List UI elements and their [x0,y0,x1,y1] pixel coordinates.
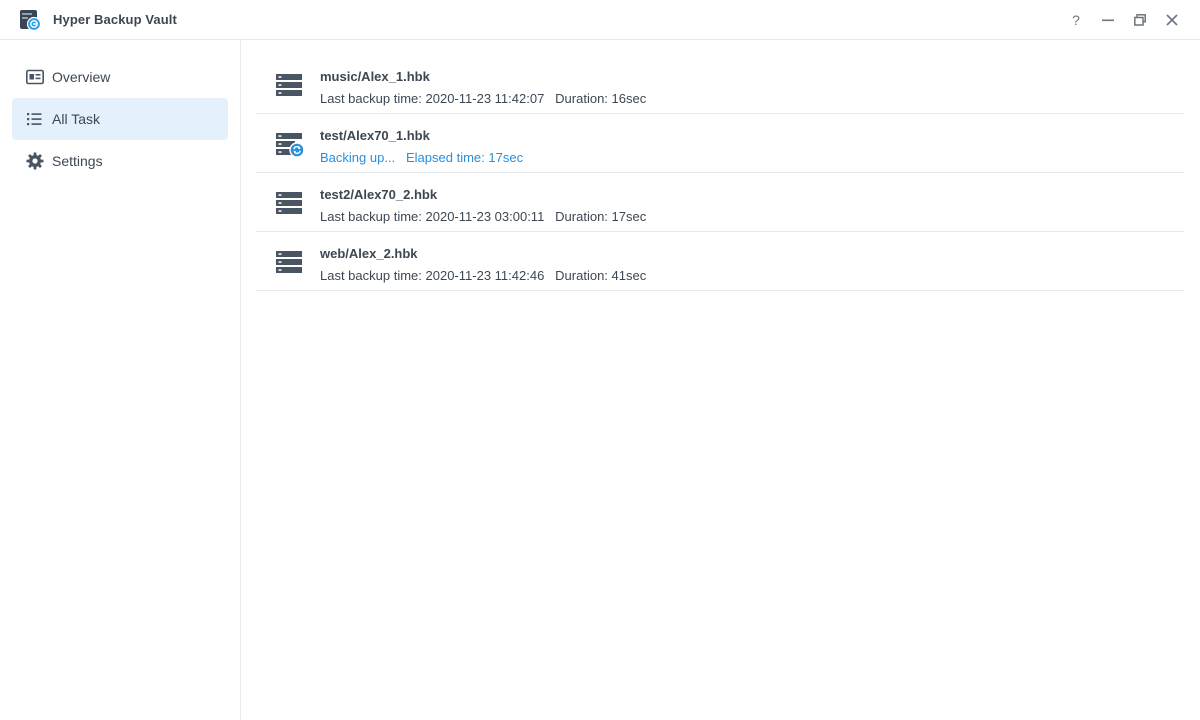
task-name: web/Alex_2.hbk [320,246,418,261]
sidebar-item-label: All Task [52,111,100,127]
task-name: test2/Alex70_2.hbk [320,187,438,202]
task-name: music/Alex_1.hbk [320,69,430,84]
help-icon: ? [1072,12,1080,28]
list-icon [27,113,42,126]
title-bar: Hyper Backup Vault ? [0,0,1200,40]
sidebar-item-all-task[interactable]: All Task [12,98,228,140]
task-status: Last backup time: 2020-11-23 11:42:07 Du… [320,91,647,106]
server-icon [276,74,302,96]
restore-icon [1134,14,1146,26]
task-row[interactable]: music/Alex_1.hbk Last backup time: 2020-… [256,55,1184,114]
task-name: test/Alex70_1.hbk [320,128,430,143]
task-row[interactable]: test/Alex70_1.hbk Backing up... Elapsed … [256,114,1184,173]
hyper-backup-vault-logo-icon [20,10,41,31]
server-icon [276,192,302,214]
gear-icon [26,152,44,170]
server-sync-icon [276,133,303,158]
close-icon [1166,14,1178,26]
overview-icon [26,69,44,85]
task-status: Last backup time: 2020-11-23 11:42:46 Du… [320,268,647,283]
minimize-button[interactable] [1098,10,1118,30]
task-status: Backing up... Elapsed time: 17sec [320,150,524,165]
sidebar-item-settings[interactable]: Settings [12,140,228,182]
app-title: Hyper Backup Vault [53,12,177,27]
restore-button[interactable] [1130,10,1150,30]
sidebar-item-label: Settings [52,153,103,169]
close-button[interactable] [1162,10,1182,30]
task-row[interactable]: web/Alex_2.hbk Last backup time: 2020-11… [256,232,1184,291]
sidebar-item-overview[interactable]: Overview [12,56,228,98]
minimize-icon [1102,19,1114,22]
sidebar-item-label: Overview [52,69,111,85]
task-row[interactable]: test2/Alex70_2.hbk Last backup time: 202… [256,173,1184,232]
sidebar: Overview All Task Settings [0,40,241,720]
server-icon [276,251,302,273]
help-button[interactable]: ? [1066,10,1086,30]
task-status: Last backup time: 2020-11-23 03:00:11 Du… [320,209,647,224]
